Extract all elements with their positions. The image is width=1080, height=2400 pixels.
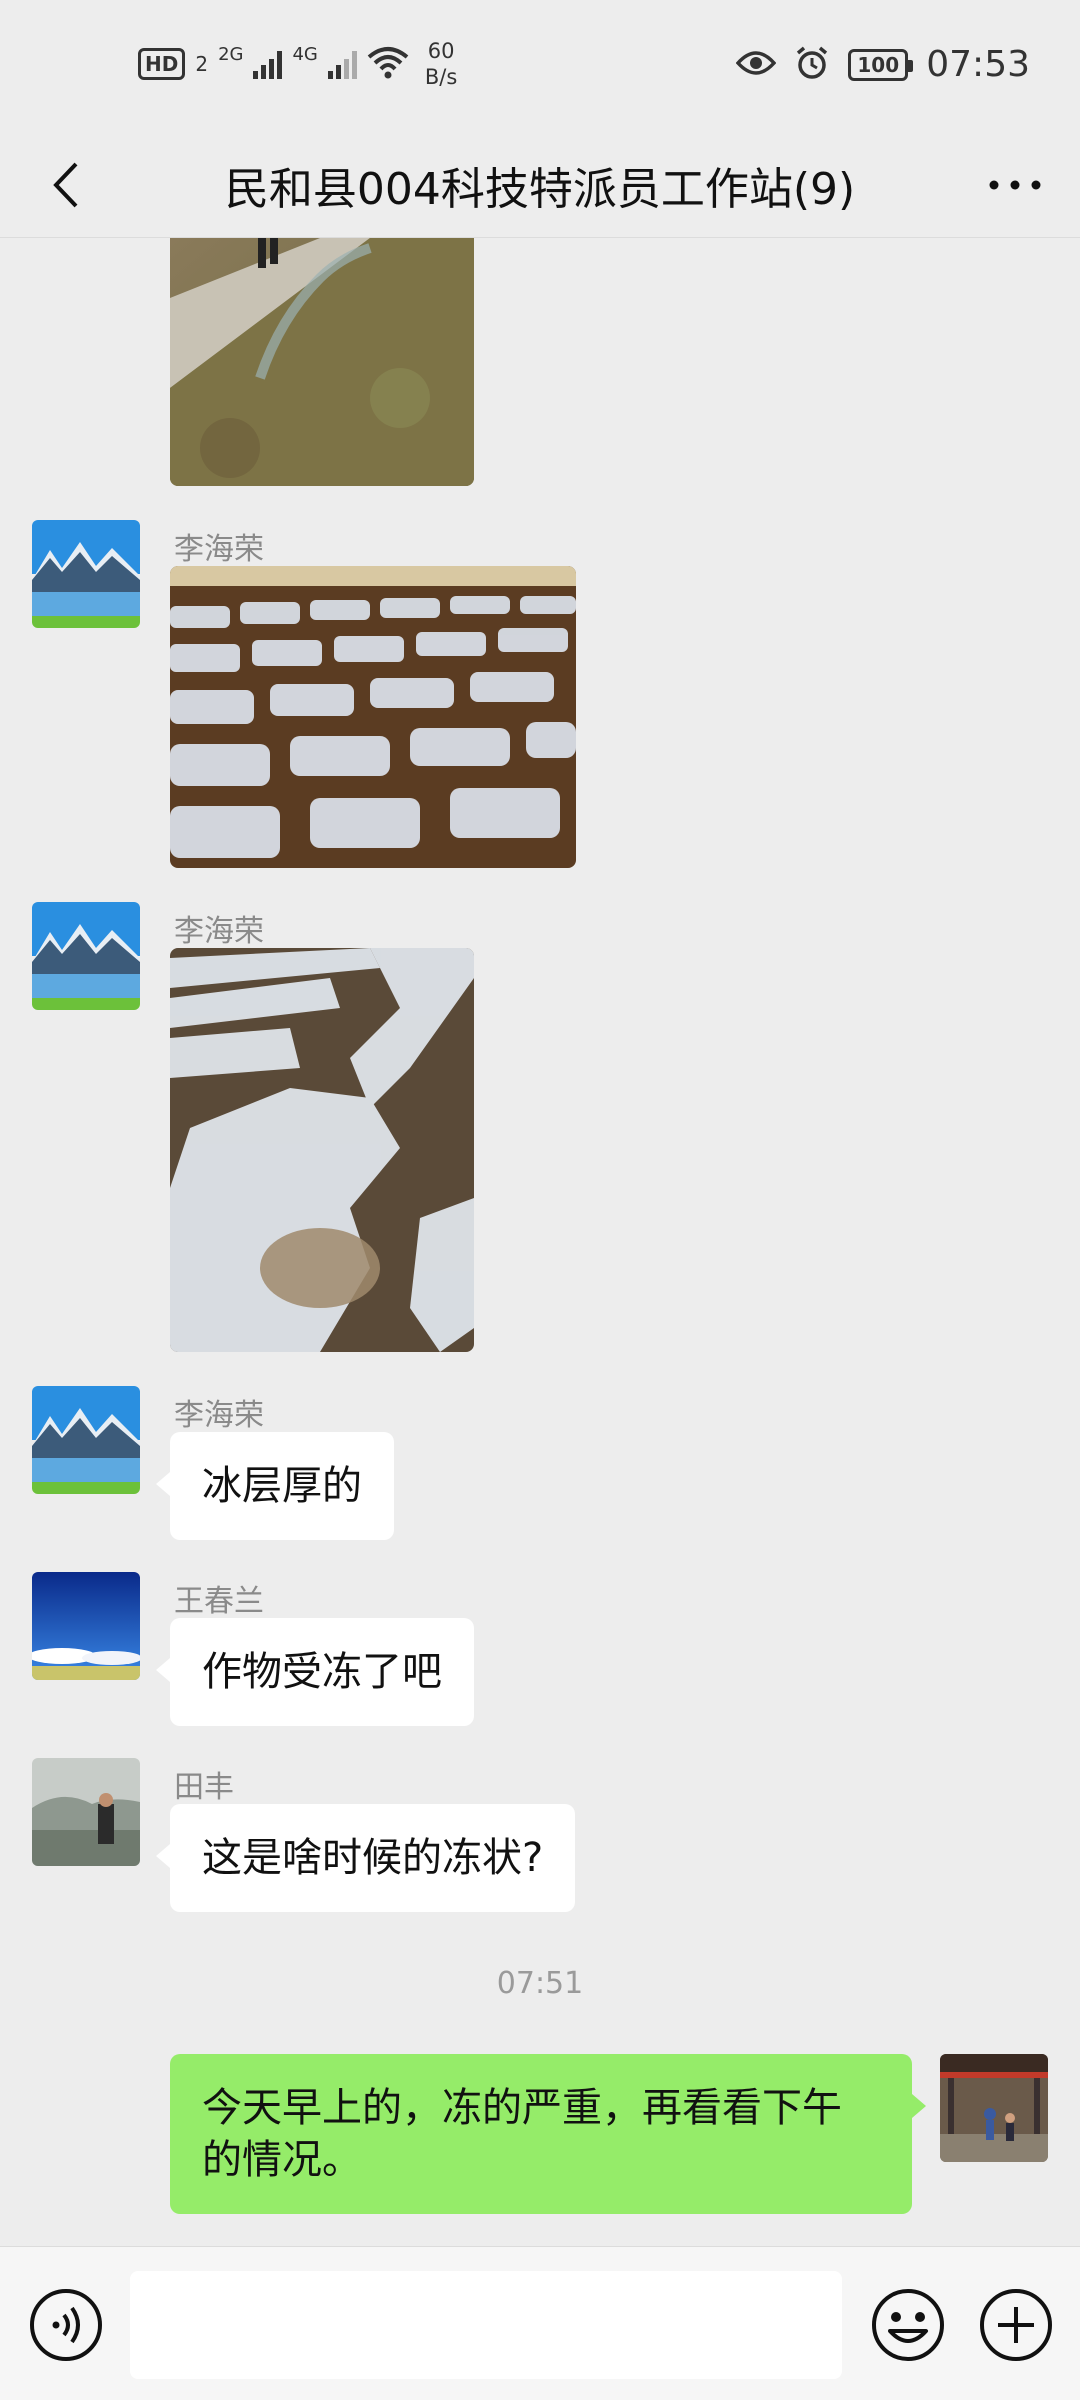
plus-icon — [980, 2289, 1052, 2361]
sender-name: 李海荣 — [174, 914, 264, 949]
message-image-film-rows[interactable] — [170, 566, 576, 868]
message-list[interactable]: 李海荣 李海荣 李海荣 冰层厚的 王春兰 作物受冻了吧 田丰 这是啥时候的冻状?… — [0, 238, 1080, 2246]
chevron-left-icon — [53, 162, 78, 208]
input-bar — [0, 2246, 1080, 2400]
chat-header: 民和县004科技特派员工作站(9) — [0, 130, 1080, 238]
battery-icon: 100 — [848, 48, 914, 81]
alarm-icon — [794, 45, 830, 85]
sender-name: 李海荣 — [174, 1398, 264, 1433]
emoji-icon — [872, 2289, 944, 2361]
status-bar-right: 100 07:53 — [735, 44, 1030, 85]
avatar[interactable] — [32, 520, 140, 628]
own-message-bubble[interactable]: 今天早上的，冻的严重，再看看下午的情况。 — [170, 2054, 926, 2214]
status-bar: HD 2 2G 4G 60 B/s 100 07:53 — [0, 0, 1080, 130]
more-icon — [989, 180, 1041, 190]
message-bubble[interactable]: 冰层厚的 — [156, 1432, 394, 1540]
more-functions-button[interactable] — [978, 2287, 1054, 2363]
own-avatar[interactable] — [940, 2054, 1048, 2162]
sim-indicator: 2 — [195, 52, 209, 76]
speed-value: 60 — [427, 39, 455, 63]
signal-icon — [253, 49, 283, 79]
avatar[interactable] — [32, 902, 140, 1010]
message-bubble[interactable]: 这是啥时候的冻状? — [155, 1804, 576, 1912]
sender-name: 李海荣 — [174, 532, 264, 567]
avatar[interactable] — [32, 1758, 140, 1866]
back-button[interactable] — [30, 150, 100, 220]
more-options-button[interactable] — [980, 150, 1050, 220]
network-type-1: 2G — [218, 43, 244, 65]
voice-button[interactable] — [28, 2287, 104, 2363]
eye-icon — [735, 49, 777, 81]
avatar[interactable] — [32, 1386, 140, 1494]
voice-icon — [30, 2289, 102, 2361]
status-bar-left: HD 2 2G 4G 60 B/s — [138, 38, 457, 90]
message-image-frozen-film[interactable] — [170, 948, 474, 1352]
avatar[interactable] — [32, 1572, 140, 1680]
status-time: 07:53 — [926, 44, 1030, 85]
sender-name: 田丰 — [174, 1770, 234, 1805]
network-type-2: 4G — [292, 43, 318, 65]
hd-badge: HD — [138, 48, 186, 80]
signal-icon — [327, 49, 357, 79]
message-image-path[interactable] — [170, 238, 474, 486]
sender-name: 王春兰 — [174, 1584, 264, 1619]
chat-title: 民和县004科技特派员工作站(9) — [224, 164, 856, 215]
message-timestamp: 07:51 — [496, 1966, 584, 2001]
emoji-button[interactable] — [870, 2287, 946, 2363]
speed-unit: B/s — [424, 65, 458, 89]
message-input[interactable] — [130, 2271, 842, 2379]
network-speed: 60 B/s — [425, 38, 457, 90]
message-bubble[interactable]: 作物受冻了吧 — [156, 1618, 474, 1726]
wifi-icon — [367, 45, 409, 83]
